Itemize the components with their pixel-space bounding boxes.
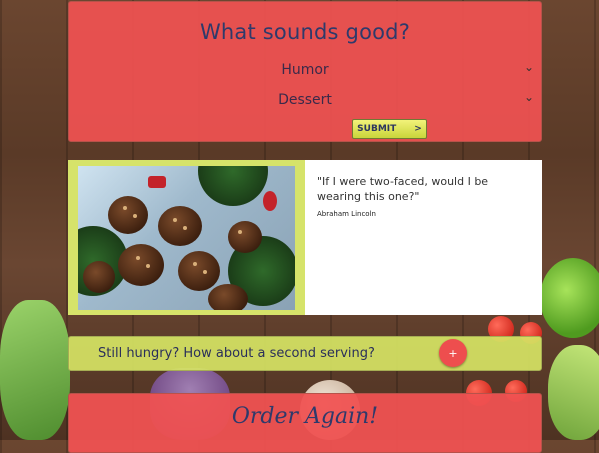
chevron-down-icon: ⌄ [523,90,534,104]
humor-select-value: Humor [281,62,329,78]
dessert-select-value: Dessert [278,92,332,108]
humor-select[interactable]: Humor ⌄ [69,60,541,84]
quote-text: "If I were two-faced, would I be wearing… [317,175,489,203]
vegetable-decoration [0,300,70,440]
lime-decoration [540,258,599,338]
dessert-select[interactable]: Dessert ⌄ [69,90,541,114]
add-serving-button[interactable]: + [439,339,467,367]
order-again-panel: Order Again! [68,393,542,453]
vegetable-decoration [548,345,599,440]
submit-label: SUBMIT [357,124,397,134]
arrow-right-icon: > [414,124,422,134]
second-serving-bar: Still hungry? How about a second serving… [68,336,542,371]
form-title: What sounds good? [199,20,411,44]
chevron-down-icon: ⌄ [523,60,534,74]
second-serving-text: Still hungry? How about a second serving… [98,346,375,361]
submit-button[interactable]: SUBMIT > [352,119,427,139]
preference-form: What sounds good? Humor ⌄ Dessert ⌄ SUBM… [68,1,542,142]
order-again-title: Order Again! [231,404,379,429]
quote-card: "If I were two-faced, would I be wearing… [68,160,542,315]
dessert-image-frame [68,160,305,315]
dessert-photo [78,166,295,310]
quote-author: Abraham Lincoln [317,210,376,218]
